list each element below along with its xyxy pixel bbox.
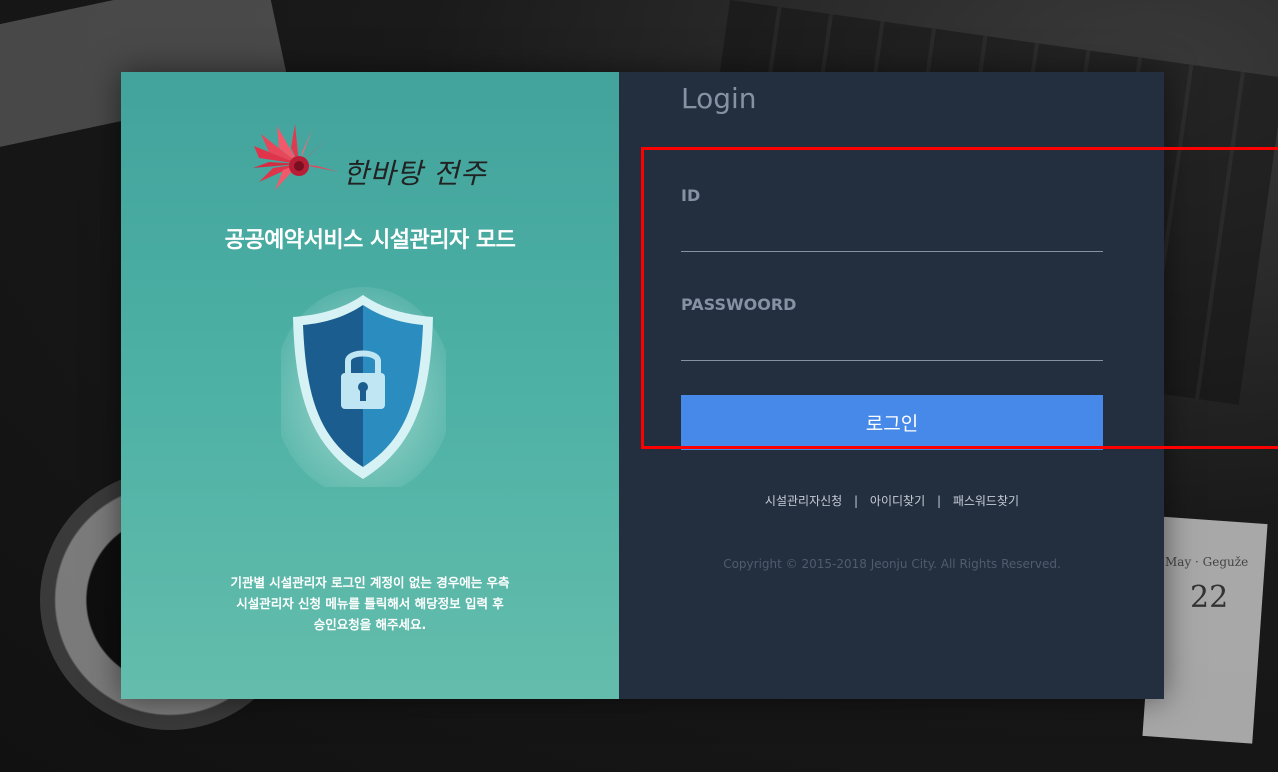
id-label: ID bbox=[681, 186, 701, 205]
background-notebook-number: 22 bbox=[1190, 580, 1229, 615]
screen: May · Geguže 22 한바탕 전주 공공예약서비스 시설관리자 모드 … bbox=[0, 0, 1278, 772]
find-password-link[interactable]: 패스워드찾기 bbox=[953, 494, 1019, 508]
login-form: Login ID PASSWOORD 로그인 시설관리자신청 | 아이디찾기 |… bbox=[121, 0, 1164, 772]
id-input[interactable] bbox=[681, 217, 1103, 252]
copyright: Copyright © 2015-2018 Jeonju City. All R… bbox=[723, 557, 1061, 571]
password-label: PASSWOORD bbox=[681, 295, 797, 314]
login-title: Login bbox=[681, 82, 757, 115]
facility-manager-apply-link[interactable]: 시설관리자신청 bbox=[765, 494, 842, 508]
link-separator: | bbox=[854, 494, 859, 508]
login-button[interactable]: 로그인 bbox=[681, 395, 1103, 450]
find-id-link[interactable]: 아이디찾기 bbox=[870, 494, 925, 508]
password-input[interactable] bbox=[681, 326, 1103, 361]
background-notebook-text: May · Geguže bbox=[1165, 555, 1249, 569]
link-separator: | bbox=[936, 494, 941, 508]
account-links: 시설관리자신청 | 아이디찾기 | 패스워드찾기 bbox=[681, 492, 1103, 509]
